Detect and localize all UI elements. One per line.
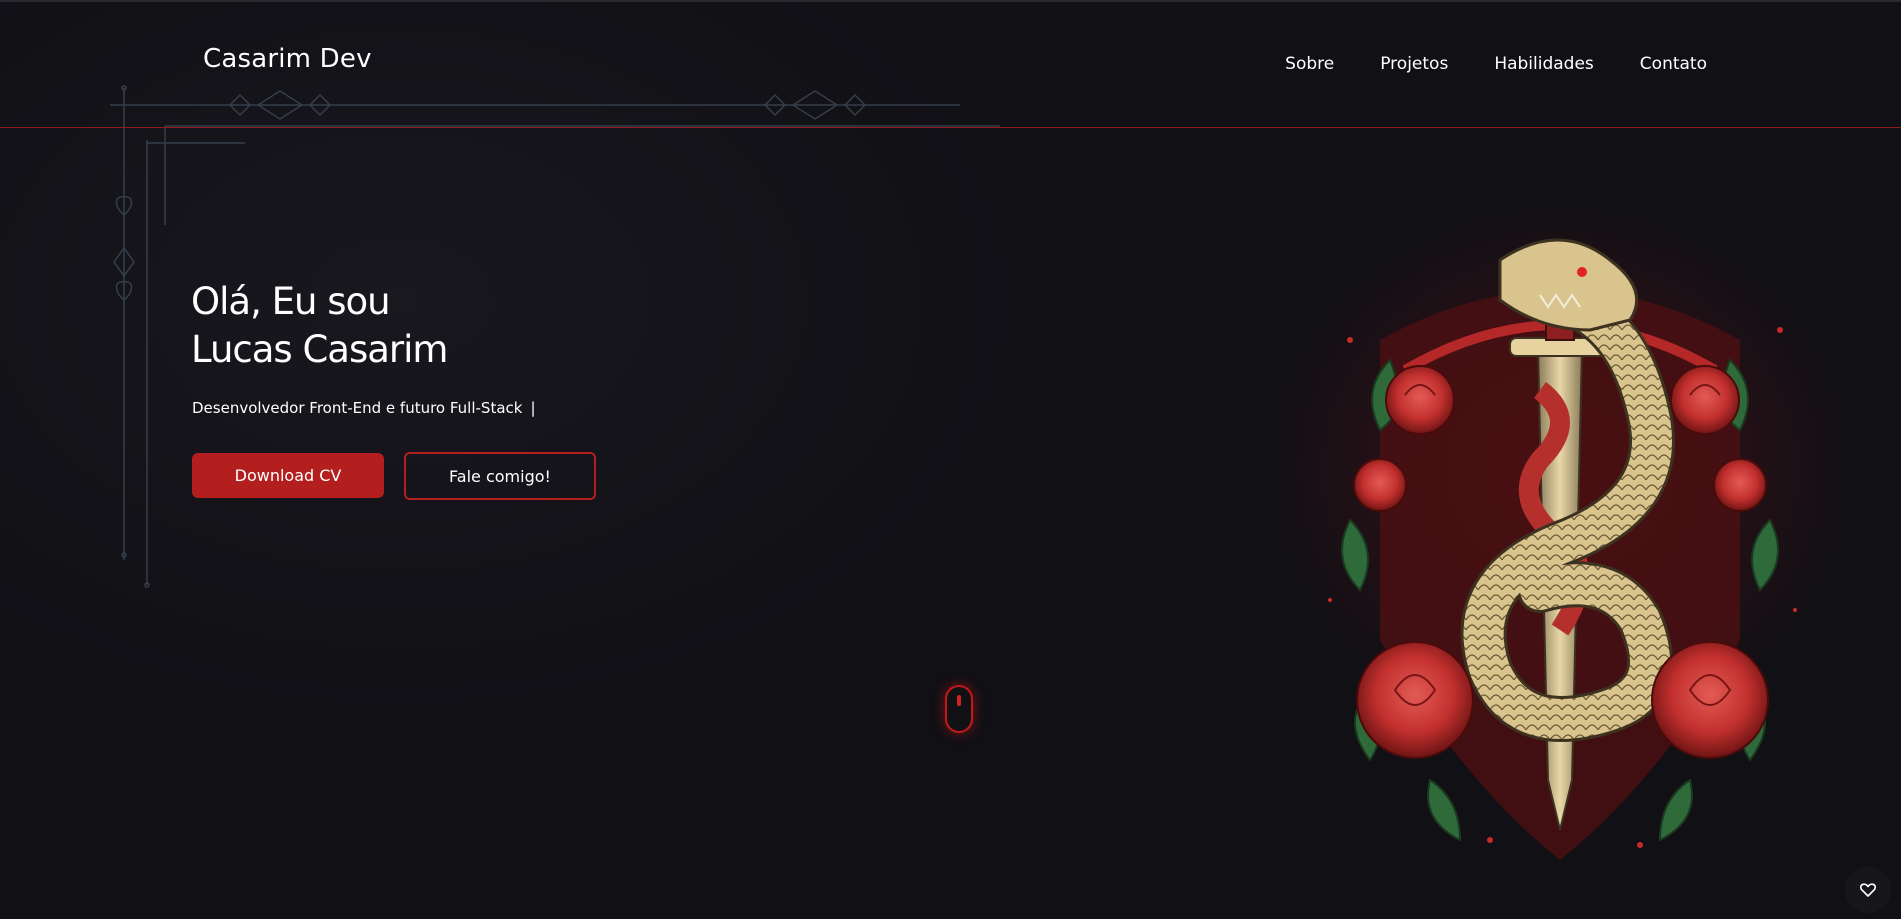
download-cv-button[interactable]: Download CV bbox=[192, 453, 384, 498]
contact-me-button[interactable]: Fale comigo! bbox=[404, 452, 596, 500]
favorite-fab-button[interactable] bbox=[1845, 867, 1891, 913]
typing-caret: | bbox=[530, 399, 536, 417]
mouse-scroll-icon[interactable] bbox=[945, 685, 973, 733]
hero-subtitle-text: Desenvolvedor Front-End e futuro Full-St… bbox=[192, 399, 523, 417]
mouse-wheel bbox=[957, 695, 961, 706]
heart-icon bbox=[1860, 883, 1876, 897]
page: Casarim Dev Sobre Projetos Habilidades C… bbox=[0, 0, 1901, 919]
header-divider bbox=[0, 127, 1901, 128]
hero-subtitle: Desenvolvedor Front-End e futuro Full-St… bbox=[192, 399, 536, 417]
main-nav: Sobre Projetos Habilidades Contato bbox=[1285, 54, 1707, 74]
brand-logo[interactable]: Casarim Dev bbox=[203, 44, 372, 74]
nav-link-projetos[interactable]: Projetos bbox=[1380, 54, 1448, 74]
hero-name: Lucas Casarim bbox=[191, 328, 448, 371]
nav-link-sobre[interactable]: Sobre bbox=[1285, 54, 1334, 74]
snake-dagger-illustration bbox=[1328, 238, 1797, 860]
hero-title: Olá, Eu sou Lucas Casarim bbox=[191, 278, 448, 374]
site-header: Casarim Dev Sobre Projetos Habilidades C… bbox=[0, 0, 1901, 128]
hero-greeting: Olá, Eu sou bbox=[191, 280, 391, 323]
nav-link-habilidades[interactable]: Habilidades bbox=[1494, 54, 1593, 74]
nav-link-contato[interactable]: Contato bbox=[1640, 54, 1707, 74]
